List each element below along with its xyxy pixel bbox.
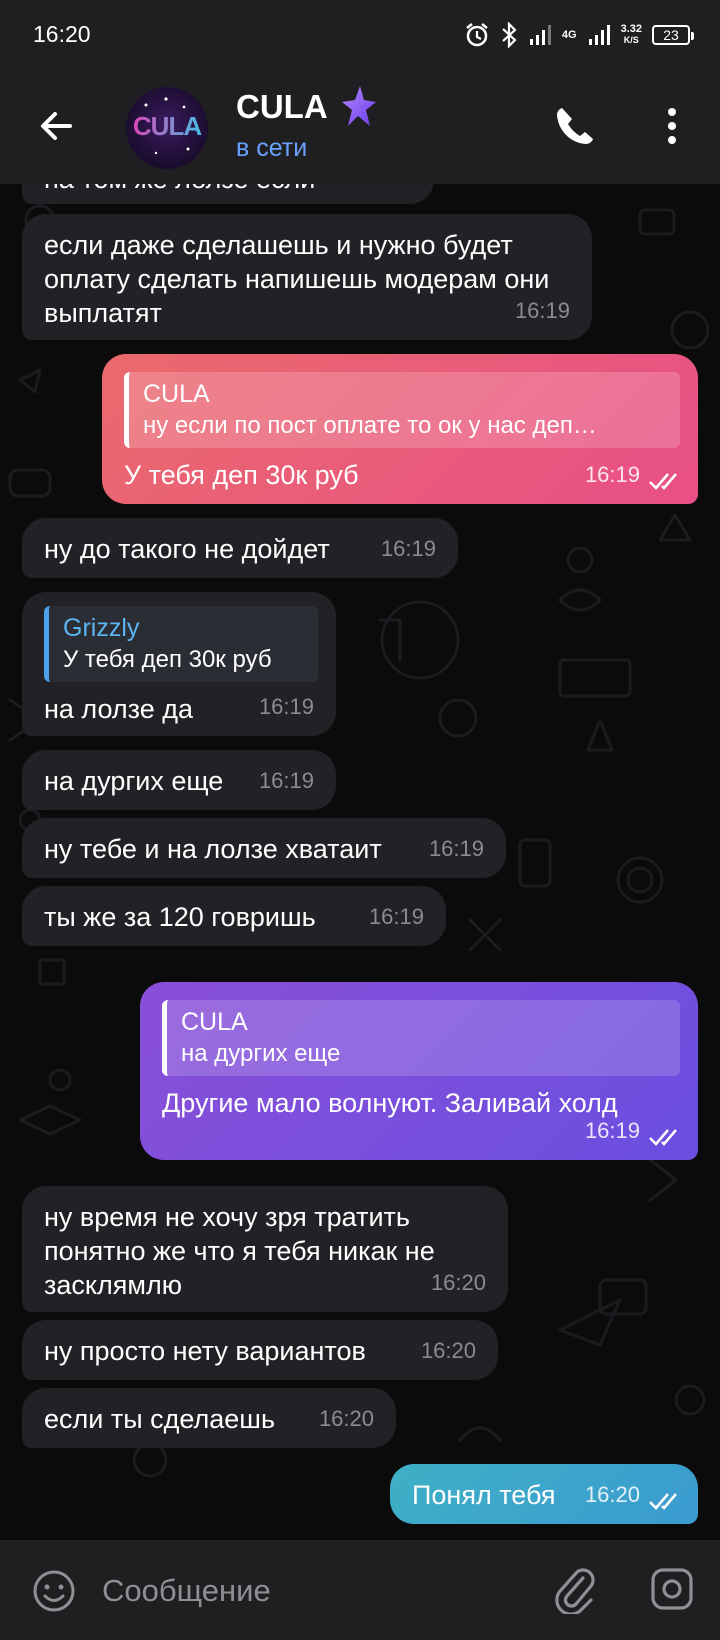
reply-quote[interactable]: Grizzly У тебя деп 30к руб bbox=[44, 606, 318, 682]
avatar[interactable]: CULA bbox=[126, 87, 208, 169]
back-arrow-icon[interactable] bbox=[34, 104, 78, 148]
camera-icon[interactable] bbox=[649, 1566, 695, 1612]
reply-quote[interactable]: CULA на дургих еще bbox=[162, 1000, 680, 1076]
bluetooth-icon bbox=[502, 22, 517, 48]
message-text: на том же лолзе если bbox=[44, 184, 315, 194]
message-text: если ты сделаешь bbox=[44, 1404, 276, 1434]
message-time: 16:19 bbox=[584, 462, 640, 487]
network-type: 4G bbox=[561, 28, 577, 41]
status-bar: 16:20 4G 3.32 K/S 23 bbox=[0, 0, 720, 68]
double-check-icon bbox=[649, 1129, 677, 1146]
premium-star-icon[interactable] bbox=[340, 84, 376, 130]
double-check-icon bbox=[649, 473, 677, 490]
message-incoming[interactable]: Grizzly У тебя деп 30к руб на лолзе да 1… bbox=[22, 592, 336, 736]
message-input-bar bbox=[0, 1540, 720, 1640]
reply-author: Grizzly bbox=[63, 614, 140, 642]
chat-header: CULA CULA в сети bbox=[0, 68, 720, 184]
emoji-icon[interactable] bbox=[31, 1568, 77, 1614]
message-text: на дургих еще bbox=[44, 766, 224, 796]
message-time: 16:19 bbox=[258, 694, 314, 719]
message-text: если даже сделашешь и нужно будет оплату… bbox=[44, 230, 550, 328]
message-time: 16:19 bbox=[514, 298, 570, 323]
message-incoming[interactable]: на том же лолзе если 16:18 bbox=[22, 184, 434, 204]
reply-author: CULA bbox=[143, 380, 210, 408]
message-text: ты же за 120 говришь bbox=[44, 902, 316, 932]
message-time: 16:19 bbox=[380, 536, 436, 561]
message-time: 16:19 bbox=[584, 1118, 640, 1143]
alarm-icon bbox=[466, 23, 488, 47]
reply-quote[interactable]: CULA ну если по пост оплате то ок у нас … bbox=[124, 372, 680, 448]
message-text: ну тебе и на лолзе хватаит bbox=[44, 834, 382, 864]
message-incoming[interactable]: ну просто нету вариантов 16:20 bbox=[22, 1320, 498, 1380]
message-time: 16:18 bbox=[357, 184, 412, 192]
message-outgoing[interactable]: Понял тебя 16:20 bbox=[390, 1464, 698, 1524]
reply-text: ну если по пост оплате то ок у нас деп… bbox=[143, 412, 597, 439]
status-time: 16:20 bbox=[33, 21, 91, 47]
message-incoming[interactable]: если ты сделаешь 16:20 bbox=[22, 1388, 396, 1448]
signal-icon bbox=[529, 25, 551, 45]
attach-icon[interactable] bbox=[553, 1566, 597, 1614]
message-input[interactable] bbox=[100, 1566, 524, 1616]
message-time: 16:20 bbox=[584, 1482, 640, 1507]
message-time: 16:19 bbox=[368, 904, 424, 929]
chat-title[interactable]: CULA bbox=[236, 88, 328, 126]
signal-icon-2 bbox=[588, 25, 610, 45]
message-incoming[interactable]: если даже сделашешь и нужно будет оплату… bbox=[22, 214, 592, 340]
message-time: 16:19 bbox=[428, 836, 484, 861]
message-time: 16:20 bbox=[420, 1338, 476, 1363]
message-time: 16:20 bbox=[318, 1406, 374, 1431]
message-text: ну время не хочу зря тратить понятно же … bbox=[44, 1202, 435, 1300]
reply-text: У тебя деп 30к руб bbox=[63, 646, 272, 673]
message-text: на лолзе да bbox=[44, 694, 194, 724]
message-text: Понял тебя bbox=[412, 1480, 556, 1510]
message-text: ну до такого не дойдет bbox=[44, 534, 330, 564]
message-time: 16:20 bbox=[430, 1270, 486, 1295]
message-incoming[interactable]: ну тебе и на лолзе хватаит 16:19 bbox=[22, 818, 506, 878]
online-status: в сети bbox=[236, 134, 308, 162]
avatar-text: CULA bbox=[126, 111, 208, 142]
reply-text: на дургих еще bbox=[181, 1040, 341, 1067]
net-speed: 3.32 K/S bbox=[620, 23, 642, 46]
battery-icon: 23 bbox=[652, 25, 694, 45]
message-text: ну просто нету вариантов bbox=[44, 1336, 366, 1366]
message-incoming[interactable]: на дургих еще 16:19 bbox=[22, 750, 336, 810]
message-incoming[interactable]: ну до такого не дойдет 16:19 bbox=[22, 518, 458, 578]
message-outgoing[interactable]: CULA ну если по пост оплате то ок у нас … bbox=[102, 354, 698, 504]
message-time: 16:19 bbox=[258, 768, 314, 793]
message-text: У тебя деп 30к руб bbox=[124, 460, 359, 490]
message-outgoing[interactable]: CULA на дургих еще Другие мало волнуют. … bbox=[140, 982, 698, 1160]
phone-icon[interactable] bbox=[553, 104, 597, 148]
reply-author: CULA bbox=[181, 1008, 248, 1036]
status-icons: 4G 3.32 K/S 23 bbox=[464, 20, 694, 50]
message-list[interactable]: на том же лолзе если 16:18 если даже сде… bbox=[0, 184, 720, 1540]
message-incoming[interactable]: ты же за 120 говришь 16:19 bbox=[22, 886, 446, 946]
message-incoming[interactable]: ну время не хочу зря тратить понятно же … bbox=[22, 1186, 508, 1312]
double-check-icon bbox=[649, 1493, 677, 1510]
more-vert-icon[interactable] bbox=[660, 104, 684, 148]
message-text: Другие мало волнуют. Заливай холд bbox=[162, 1088, 618, 1118]
